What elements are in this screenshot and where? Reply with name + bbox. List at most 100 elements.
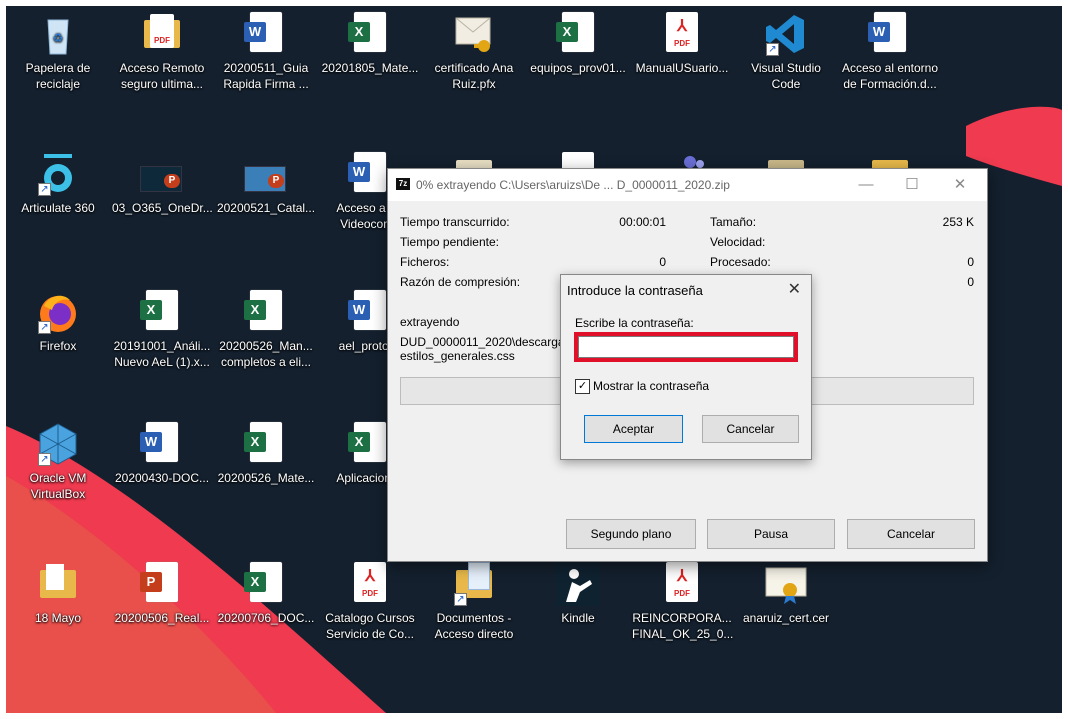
pdf-file-icon[interactable]: PDF Acceso Remoto seguro ultima... — [110, 10, 214, 106]
password-input[interactable] — [578, 336, 794, 358]
icon-label: 03_O365_OneDr... — [112, 201, 213, 215]
pdf-document-icon: ⅄ PDF — [660, 12, 704, 56]
excel-file-icon[interactable]: X equipos_prov01... — [526, 10, 630, 106]
size-label: Tamaño: — [710, 215, 757, 229]
powerpoint-thumbnail-icon: P — [244, 152, 288, 196]
folder-shortcut-icon[interactable]: ↗ Documentos - Acceso directo — [422, 560, 526, 656]
vscode-shortcut-icon[interactable]: ↗ Visual Studio Code — [734, 10, 838, 106]
icon-label: 20201805_Mate... — [321, 61, 419, 75]
icon-label: 20200511_Guia Rapida Firma ... — [223, 61, 309, 91]
articulate-shortcut-icon[interactable]: ↗ Articulate 360 — [6, 150, 110, 246]
excel-document-icon: X — [140, 290, 184, 334]
excel-tag: X — [244, 432, 266, 452]
word-document-icon: W — [348, 152, 392, 196]
window-title: 0% extrayendo C:\Users\aruizs\De ... D_0… — [416, 178, 730, 192]
word-file-icon[interactable]: W 20200430-DOC... — [110, 420, 214, 516]
svg-text:♻: ♻ — [53, 31, 64, 45]
sevenzip-icon: 7z — [396, 178, 410, 190]
virtualbox-shortcut-icon[interactable]: ↗ Oracle VM VirtualBox — [6, 420, 110, 516]
icon-label: 20200430-DOC... — [114, 471, 210, 485]
excel-document-icon: X — [556, 12, 600, 56]
recycle-bin-icon: ♻ — [36, 12, 80, 56]
pause-button[interactable]: Pausa — [707, 519, 835, 549]
cancel-button[interactable]: Cancelar — [702, 415, 799, 443]
pdf-symbol: ⅄ — [677, 568, 687, 585]
folder-item-icon[interactable]: 18 Mayo — [6, 560, 110, 656]
accept-button[interactable]: Aceptar — [584, 415, 683, 443]
show-password-checkbox[interactable]: ✓ — [575, 379, 590, 394]
virtualbox-icon: ↗ — [36, 422, 80, 466]
icon-label: certificado Ana Ruiz.pfx — [434, 61, 514, 91]
kindle-shortcut-icon[interactable]: Kindle — [526, 560, 630, 656]
pdf-file-icon[interactable]: ⅄ PDF Catalogo Cursos Servicio de Co... — [318, 560, 422, 656]
pdf-document-icon: ⅄ PDF — [660, 562, 704, 606]
recycle-bin-icon[interactable]: ♻ Papelera de reciclaje — [6, 10, 110, 106]
ppt-file-icon[interactable]: P 03_O365_OneDr... — [110, 150, 214, 246]
password-prompt: Escribe la contraseña: — [575, 316, 694, 330]
word-document-icon: W — [140, 422, 184, 466]
certificate-file-icon[interactable]: anaruiz_cert.cer — [734, 560, 838, 656]
ppt-file-icon[interactable]: P 20200521_Catal... — [214, 150, 318, 246]
certificate-key-icon — [452, 12, 496, 56]
excel-tag: X — [348, 432, 370, 452]
excel-tag: X — [244, 572, 266, 592]
word-tag: W — [868, 22, 890, 42]
excel-file-icon[interactable]: X 20201805_Mate... — [318, 10, 422, 106]
word-file-icon[interactable]: W Acceso al entorno de Formación.d... — [838, 10, 942, 106]
excel-document-icon: X — [244, 562, 288, 606]
ppt-tag: P — [268, 174, 284, 188]
shortcut-arrow-icon: ↗ — [38, 183, 51, 196]
pdf-mark: PDF — [362, 589, 378, 598]
excel-document-icon: X — [348, 12, 392, 56]
word-file-icon[interactable]: W 20200511_Guia Rapida Firma ... — [214, 10, 318, 106]
certificate-file-icon[interactable]: certificado Ana Ruiz.pfx — [422, 10, 526, 106]
excel-tag: X — [556, 22, 578, 42]
current-path: DUD_0000011_2020\descarga\ — [400, 335, 568, 349]
speed-label: Velocidad: — [710, 235, 766, 249]
pdf-file-icon[interactable]: ⅄ PDF ManualUSuario... — [630, 10, 734, 106]
excel-file-icon[interactable]: X 20200526_Man... completos a eli... — [214, 288, 318, 384]
word-tag: W — [140, 432, 162, 452]
maximize-button[interactable]: ☐ — [896, 175, 928, 195]
icon-label: anaruiz_cert.cer — [742, 611, 830, 625]
excel-file-icon[interactable]: X 20191001_Análi... Nuevo AeL (1).x... — [110, 288, 214, 384]
firefox-shortcut-icon[interactable]: ↗ Firefox — [6, 288, 110, 384]
current-file: estilos_generales.css — [400, 349, 515, 363]
powerpoint-document-icon: P — [140, 562, 184, 606]
ppt-tag: P — [164, 174, 180, 188]
pdf-folder-icon: PDF — [140, 12, 184, 56]
pdf-document-icon: ⅄ PDF — [348, 562, 392, 606]
icon-label: 20191001_Análi... Nuevo AeL (1).x... — [113, 339, 211, 369]
processed-label: Procesado: — [710, 255, 771, 269]
elapsed-value: 00:00:01 — [619, 215, 666, 229]
icon-label: ManualUSuario... — [635, 61, 729, 75]
excel-document-icon: X — [348, 422, 392, 466]
pdf-file-icon[interactable]: ⅄ PDF REINCORPORA... FINAL_OK_25_0... — [630, 560, 734, 656]
word-tag: W — [348, 300, 370, 320]
close-button[interactable]: ✕ — [944, 175, 976, 195]
excel-file-icon[interactable]: X 20200526_Mate... — [214, 420, 318, 516]
minimize-button[interactable]: — — [850, 175, 882, 195]
word-document-icon: W — [868, 12, 912, 56]
window-titlebar[interactable]: 7z 0% extrayendo C:\Users\aruizs\De ... … — [388, 169, 987, 201]
background-button[interactable]: Segundo plano — [566, 519, 696, 549]
dialog-close-button[interactable]: ✕ — [788, 279, 801, 299]
shortcut-arrow-icon: ↗ — [38, 453, 51, 466]
password-highlight-box — [574, 332, 798, 362]
operation-status: extrayendo — [400, 315, 460, 329]
icon-label: Acceso al entorno de Formación.d... — [841, 61, 939, 91]
ppt-file-icon[interactable]: P 20200506_Real... — [110, 560, 214, 656]
ratio-label: Razón de compresión: — [400, 275, 521, 289]
icon-label: 20200521_Catal... — [216, 201, 316, 215]
pdf-symbol: ⅄ — [365, 568, 375, 585]
icon-label: Papelera de reciclaje — [25, 61, 91, 91]
remaining-label: Tiempo pendiente: — [400, 235, 499, 249]
icon-label: equipos_prov01... — [530, 61, 626, 75]
excel-tag: X — [348, 22, 370, 42]
excel-file-icon[interactable]: X 20200706_DOC... — [214, 560, 318, 656]
show-password-label[interactable]: Mostrar la contraseña — [593, 379, 709, 393]
cancel-extraction-button[interactable]: Cancelar — [847, 519, 975, 549]
icon-label: REINCORPORA... FINAL_OK_25_0... — [632, 611, 734, 641]
shortcut-arrow-icon: ↗ — [38, 321, 51, 334]
articulate-icon: ↗ — [36, 152, 80, 196]
